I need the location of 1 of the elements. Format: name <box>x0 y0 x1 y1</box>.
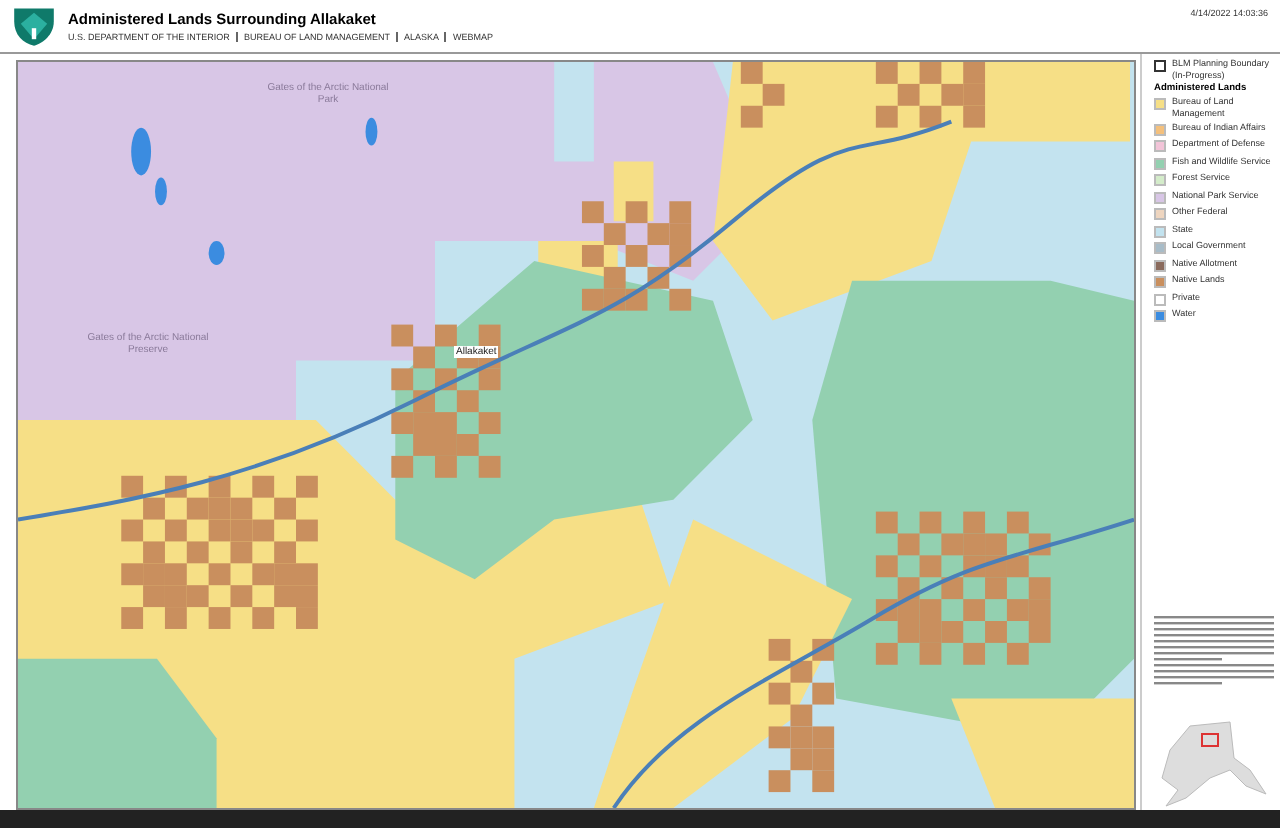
boundary-swatch-icon <box>1154 60 1166 72</box>
